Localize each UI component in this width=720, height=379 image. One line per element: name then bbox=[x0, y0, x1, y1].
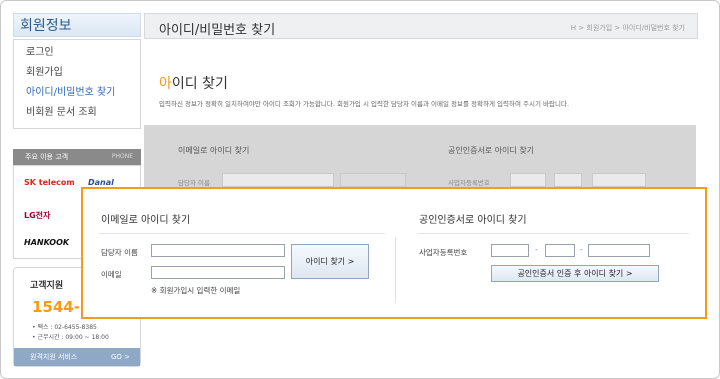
bizno-input-2[interactable] bbox=[545, 244, 575, 257]
sidebar-title: 회원정보 bbox=[13, 13, 141, 37]
remote-support-label: 원격지원 서비스 bbox=[30, 353, 78, 361]
cert-section-title: 공인인증서로 아이디 찾기 bbox=[419, 215, 527, 226]
dimmed-bizno-input-1 bbox=[510, 173, 546, 187]
section-title-accent: 아 bbox=[159, 76, 172, 92]
name-input[interactable] bbox=[151, 244, 285, 257]
remote-support-go: GO > bbox=[110, 353, 130, 361]
find-id-by-email-button[interactable]: 아이디 찾기 > bbox=[291, 244, 369, 279]
dimmed-button bbox=[340, 173, 406, 187]
partners-header: 주요 이용 고객 PHONE bbox=[13, 149, 141, 165]
bizno-input-3[interactable] bbox=[588, 244, 650, 257]
sidebar-item-find-id-password[interactable]: 아이디/비밀번호 찾기 bbox=[14, 83, 140, 103]
dimmed-bizno-input-2 bbox=[554, 173, 582, 187]
email-note: ※ 회원가입시 입력한 이메일 bbox=[151, 286, 241, 295]
partner-logo-lg: LG전자 bbox=[24, 211, 51, 220]
section-title: 아이디 찾기 bbox=[159, 73, 228, 93]
section-title-rest: 이디 찾기 bbox=[171, 76, 228, 92]
find-id-by-cert-button[interactable]: 공인인증서 인증 후 아이디 찾기 > bbox=[491, 265, 659, 282]
dimmed-name-input bbox=[222, 173, 334, 187]
support-fax: • 팩스 : 02-6455-8385 bbox=[32, 324, 97, 331]
zoomed-form-panel: 이메일로 아이디 찾기 담당자 이름 이메일 아이디 찾기 > ※ 회원가입시 … bbox=[81, 187, 707, 319]
dimmed-form-area: 이메일로 아이디 찾기 담당자 이름 공인인증서로 아이디 찾기 사업자등록번호 bbox=[144, 125, 696, 189]
partners-subtitle: PHONE bbox=[111, 153, 133, 160]
breadcrumb: H > 회원가입 > 아이디/비밀번호 찾기 bbox=[570, 24, 685, 32]
name-label: 담당자 이름 bbox=[101, 248, 138, 257]
section-description: 입력하신 정보가 정확히 일치하여야만 아이디 조회가 가능합니다. 회원가입 … bbox=[159, 100, 570, 108]
support-hours: • 근무시간 : 09:00 ~ 18:00 bbox=[32, 334, 109, 341]
section-divider bbox=[395, 237, 396, 303]
bizno-dash-2: - bbox=[580, 245, 583, 254]
support-title: 고객지원 bbox=[30, 281, 64, 291]
dimmed-bizno-label: 사업자등록번호 bbox=[448, 179, 490, 187]
partner-logo-sk: SK telecom bbox=[24, 178, 75, 187]
partner-logo-danal: Danal bbox=[88, 178, 114, 187]
dimmed-cert-title: 공인인증서로 아이디 찾기 bbox=[448, 146, 535, 155]
support-number: 1544- bbox=[32, 298, 80, 316]
partner-logo-hankook: HANKOOK bbox=[24, 238, 70, 247]
dimmed-name-label: 담당자 이름 bbox=[178, 179, 210, 187]
sidebar-menu: 로그인 회원가입 아이디/비밀번호 찾기 비회원 문서 조회 bbox=[13, 39, 141, 129]
email-label: 이메일 bbox=[101, 270, 122, 279]
email-section-title: 이메일로 아이디 찾기 bbox=[101, 215, 191, 226]
email-input[interactable] bbox=[151, 266, 285, 279]
partners-title: 주요 이용 고객 bbox=[25, 153, 69, 161]
sidebar-item-guest-document[interactable]: 비회원 문서 조회 bbox=[14, 103, 140, 123]
page-frame: 회원정보 로그인 회원가입 아이디/비밀번호 찾기 비회원 문서 조회 주요 이… bbox=[0, 0, 720, 379]
email-section-divider bbox=[99, 233, 385, 234]
bizno-input-1[interactable] bbox=[491, 244, 529, 257]
remote-support-button[interactable]: 원격지원 서비스 GO > bbox=[14, 348, 140, 366]
bizno-dash-1: - bbox=[535, 245, 538, 254]
dimmed-email-title: 이메일로 아이디 찾기 bbox=[178, 146, 250, 155]
sidebar-item-signup[interactable]: 회원가입 bbox=[14, 63, 140, 83]
page-title: 아이디/비밀번호 찾기 bbox=[159, 23, 276, 38]
dimmed-bizno-input-3 bbox=[592, 173, 646, 187]
bizno-label: 사업자등록번호 bbox=[419, 248, 468, 257]
sidebar-item-login[interactable]: 로그인 bbox=[14, 43, 140, 63]
main-header: 아이디/비밀번호 찾기 H > 회원가입 > 아이디/비밀번호 찾기 bbox=[144, 13, 698, 39]
cert-section-divider bbox=[417, 233, 689, 234]
